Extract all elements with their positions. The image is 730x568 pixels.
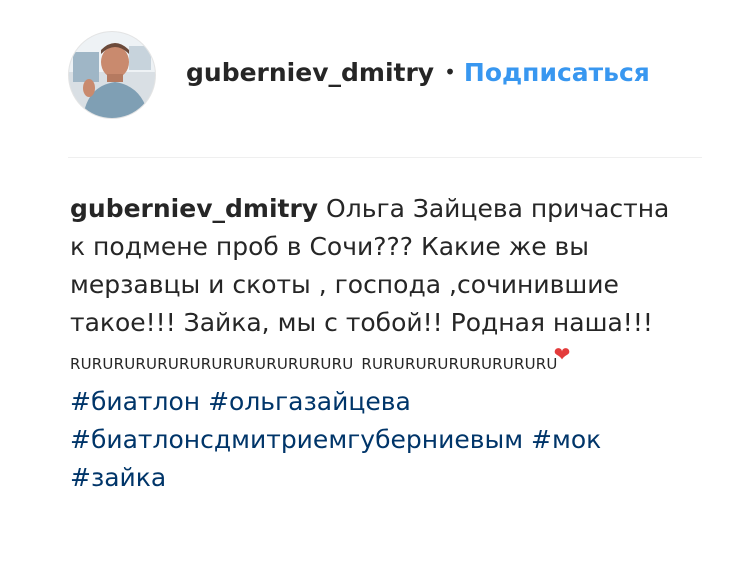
post-header: guberniev_dmitry • Подписаться [68,30,650,120]
hashtag-link[interactable]: #ольгазайцева [208,387,411,416]
heart-icon: ❤ [553,342,571,366]
hashtag-link[interactable]: #зайка [70,463,166,492]
username-link[interactable]: guberniev_dmitry [186,58,434,87]
caption-ru-line-2: RURURURURURURURURU [361,355,558,373]
avatar-photo [69,32,155,118]
hashtag-link[interactable]: #мок [531,425,601,454]
caption-username-link[interactable]: guberniev_dmitry [70,194,318,223]
separator-dot: • [444,60,456,84]
post-caption: guberniev_dmitry Ольга Зайцева причастна… [70,190,670,497]
caption-ru-line-1: RURURURURURURURURURURURURU [70,355,354,373]
avatar[interactable] [68,31,156,119]
follow-button[interactable]: Подписаться [464,58,650,87]
hashtag-link[interactable]: #биатлонсдмитриемгуберниевым [70,425,523,454]
header-text: guberniev_dmitry • Подписаться [186,58,650,87]
divider [68,157,702,158]
hashtag-link[interactable]: #биатлон [70,387,200,416]
